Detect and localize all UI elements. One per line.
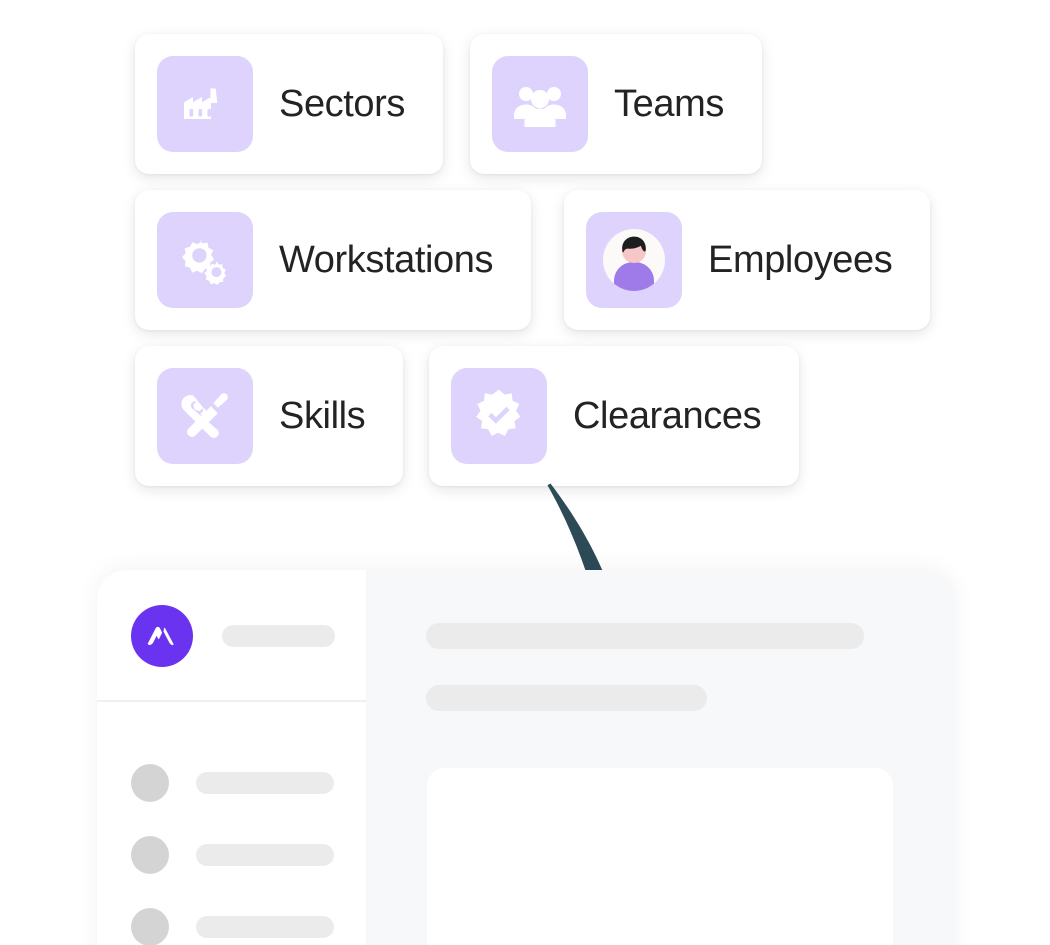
sidebar-nav-avatar bbox=[131, 836, 169, 874]
entity-card-label: Teams bbox=[614, 83, 724, 125]
verified-badge-icon bbox=[451, 368, 547, 464]
sidebar-nav-item[interactable] bbox=[131, 908, 334, 945]
factory-icon bbox=[157, 56, 253, 152]
brand-name-placeholder bbox=[222, 625, 335, 647]
entity-card-workstations[interactable]: Workstations bbox=[135, 190, 532, 330]
sidebar-nav-avatar bbox=[131, 764, 169, 802]
sidebar-nav-avatar bbox=[131, 908, 169, 945]
page-root: Sectors Teams Workstations Employees Ski… bbox=[0, 0, 1050, 945]
main-content-card[interactable] bbox=[427, 768, 893, 945]
main-title-placeholder bbox=[426, 623, 864, 649]
entity-card-label: Sectors bbox=[279, 83, 406, 125]
sidebar-nav-item[interactable] bbox=[131, 836, 334, 874]
sidebar-nav-label-placeholder bbox=[196, 916, 334, 938]
sidebar-divider bbox=[97, 700, 366, 702]
avatar-portrait-icon bbox=[586, 212, 682, 308]
app-window-mockup bbox=[97, 570, 955, 945]
entity-card-employees[interactable]: Employees bbox=[564, 190, 931, 330]
entity-card-clearances[interactable]: Clearances bbox=[429, 346, 800, 486]
app-sidebar bbox=[97, 570, 366, 945]
entity-card-skills[interactable]: Skills bbox=[135, 346, 404, 486]
sidebar-nav-label-placeholder bbox=[196, 844, 334, 866]
entity-card-label: Workstations bbox=[279, 239, 494, 281]
sidebar-nav-label-placeholder bbox=[196, 772, 334, 794]
wrench-screwdriver-icon bbox=[157, 368, 253, 464]
entity-card-teams[interactable]: Teams bbox=[470, 34, 762, 174]
people-group-icon bbox=[492, 56, 588, 152]
gears-icon bbox=[157, 212, 253, 308]
entity-card-label: Clearances bbox=[573, 395, 762, 437]
main-subtitle-placeholder bbox=[426, 685, 707, 711]
entity-card-label: Skills bbox=[279, 395, 366, 437]
app-logo-icon[interactable] bbox=[131, 605, 193, 667]
sidebar-brand-row[interactable] bbox=[131, 605, 335, 667]
entity-card-label: Employees bbox=[708, 239, 893, 281]
sidebar-nav-item[interactable] bbox=[131, 764, 334, 802]
entity-card-sectors[interactable]: Sectors bbox=[135, 34, 444, 174]
